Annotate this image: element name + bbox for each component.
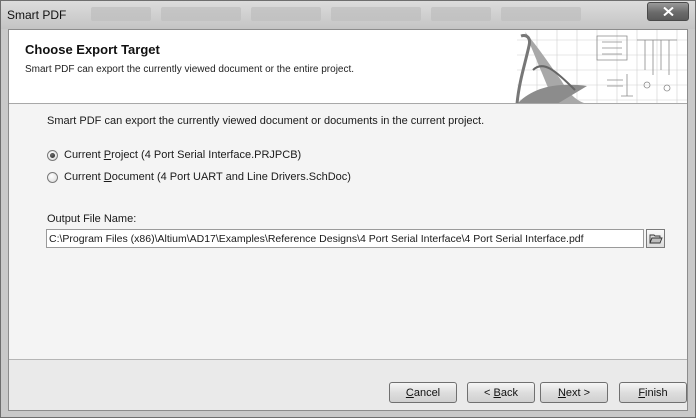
smart-pdf-dialog: Smart PDF Choose Export Target Smart PDF… xyxy=(0,0,696,418)
next-button[interactable]: Next > xyxy=(540,382,608,403)
finish-button[interactable]: Finish xyxy=(619,382,687,403)
close-icon xyxy=(662,7,674,16)
background-blur xyxy=(501,7,581,21)
radio-button-checked[interactable] xyxy=(47,149,58,161)
radio-current-project[interactable]: Current Project (4 Port Serial Interface… xyxy=(47,149,301,161)
browse-button[interactable] xyxy=(646,229,665,248)
page-subtitle: Smart PDF can export the currently viewe… xyxy=(25,64,355,75)
background-blur xyxy=(161,7,241,21)
open-folder-icon xyxy=(648,234,663,243)
wizard-header: Choose Export Target Smart PDF can expor… xyxy=(9,30,687,104)
cancel-button[interactable]: Cancel xyxy=(389,382,457,403)
background-blur xyxy=(91,7,151,21)
title-bar: Smart PDF xyxy=(1,1,695,29)
radio-current-document[interactable]: Current Document (4 Port UART and Line D… xyxy=(47,171,351,183)
wizard-footer: Cancel < Back Next > Finish xyxy=(9,359,687,410)
pdf-logo-graphic xyxy=(477,30,687,103)
output-file-label: Output File Name: xyxy=(47,213,137,225)
background-blur xyxy=(431,7,491,21)
radio-label-current-project: Current Project (4 Port Serial Interface… xyxy=(64,149,302,161)
background-blur xyxy=(331,7,421,21)
dialog-client-area: Choose Export Target Smart PDF can expor… xyxy=(8,29,688,411)
close-button[interactable] xyxy=(647,2,689,21)
back-button[interactable]: < Back xyxy=(467,382,535,403)
background-blur xyxy=(251,7,321,21)
window-title: Smart PDF xyxy=(7,8,67,22)
intro-text: Smart PDF can export the currently viewe… xyxy=(47,115,485,127)
output-file-input[interactable]: C:\Program Files (x86)\Altium\AD17\Examp… xyxy=(46,229,644,248)
page-title: Choose Export Target xyxy=(25,42,160,57)
radio-button-unchecked[interactable] xyxy=(47,171,58,183)
radio-label-current-document: Current Document (4 Port UART and Line D… xyxy=(64,171,351,183)
wizard-body: Smart PDF can export the currently viewe… xyxy=(9,105,687,359)
